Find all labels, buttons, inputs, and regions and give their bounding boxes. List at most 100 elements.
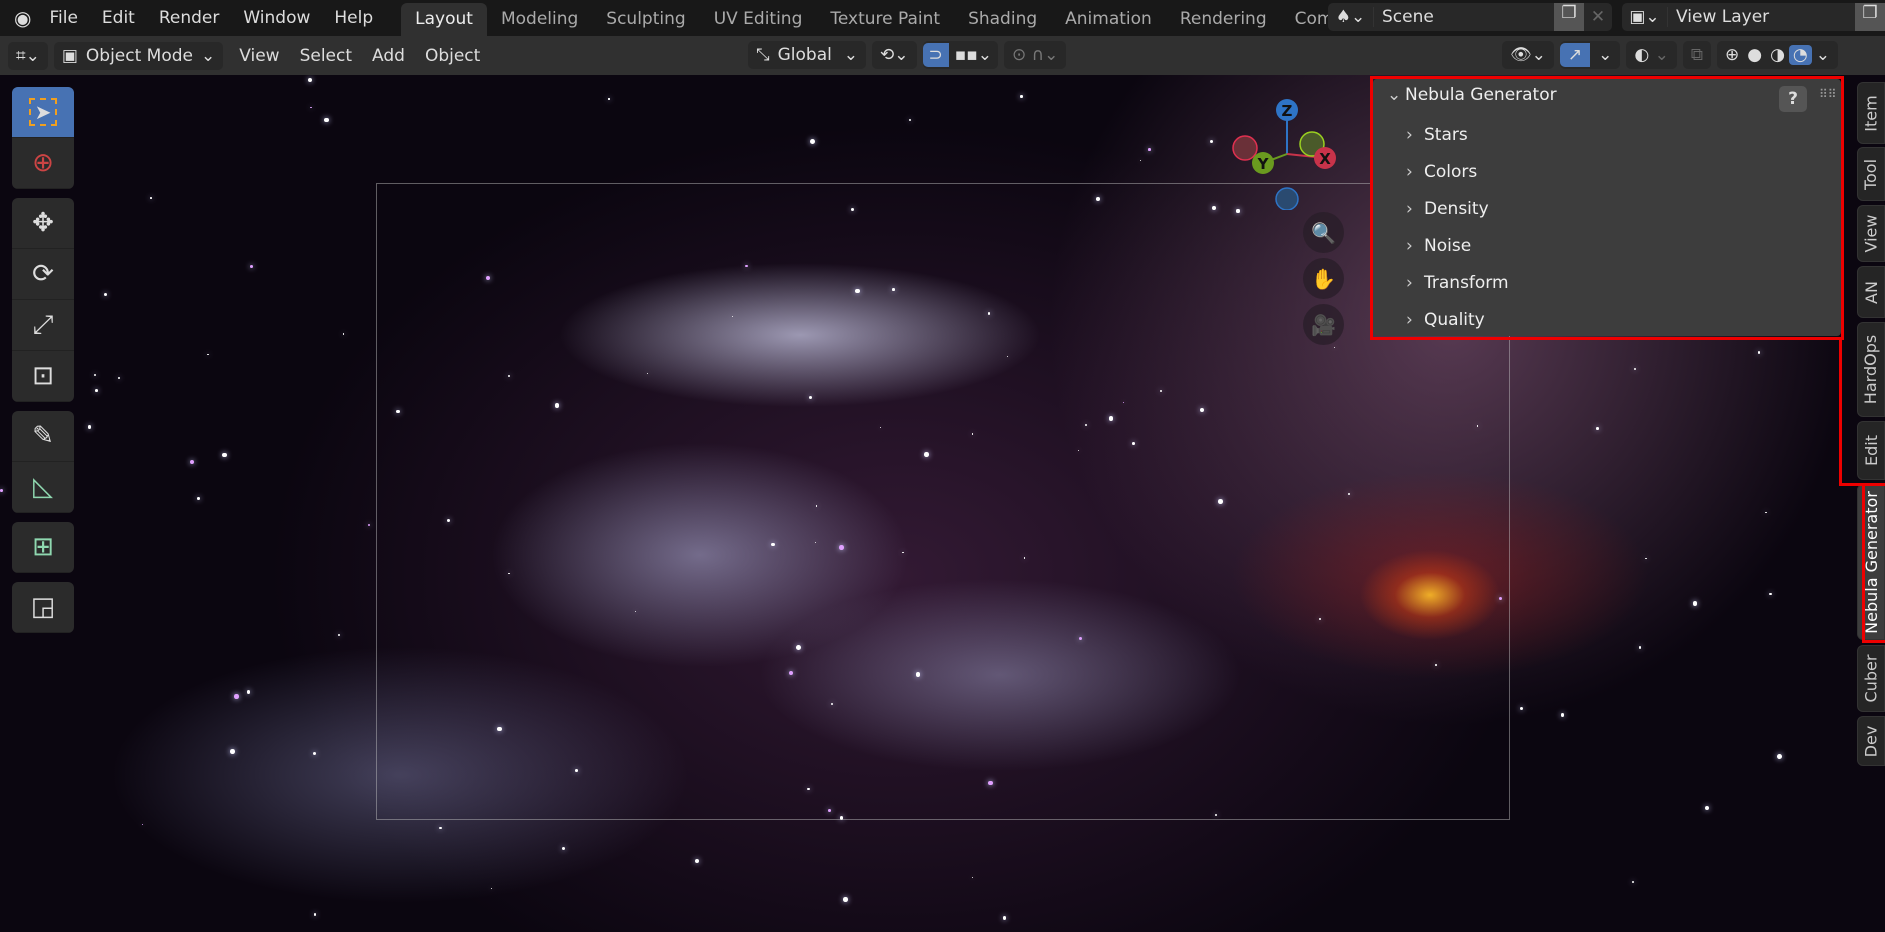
x-label: X — [1319, 150, 1331, 168]
star — [310, 106, 312, 109]
xray-toggle[interactable]: ⧉ — [1682, 41, 1711, 69]
add-cube-tool-icon[interactable]: ⊞ — [12, 522, 74, 573]
view-layer-selector[interactable]: ▣⌄ View Layer ❐ — [1622, 3, 1885, 31]
bevel-tool-icon[interactable]: ◲ — [12, 582, 74, 633]
view-layer-name[interactable]: View Layer — [1668, 7, 1855, 27]
tab-edit[interactable]: Edit — [1857, 421, 1885, 480]
star — [368, 523, 371, 526]
proportional-icon: ⊙ ∩⌄ — [1012, 45, 1059, 65]
star — [1765, 512, 1767, 514]
zoom-view-icon[interactable]: 🔍 — [1303, 212, 1344, 253]
tool-shelf: ➤ ⊕ ✥ ⟳ ⤢ ⊡ ✎ ◺ ⊞ ◲ — [12, 87, 74, 642]
move-tool-icon[interactable]: ✥ — [12, 198, 74, 249]
menu-view[interactable]: View — [229, 46, 289, 66]
remove-scene-icon[interactable]: ✕ — [1584, 7, 1612, 27]
editor-type-button[interactable]: ⌗⌄ — [8, 41, 48, 70]
star — [908, 119, 912, 122]
tab-layout[interactable]: Layout — [401, 3, 487, 37]
pan-view-hand-icon[interactable]: ✋ — [1303, 258, 1344, 299]
star — [222, 452, 228, 458]
visibility-dropdown[interactable]: 👁⌄ — [1502, 41, 1554, 69]
scene-icon: ♠⌄ — [1328, 7, 1374, 27]
menu-object[interactable]: Object — [415, 46, 490, 66]
scene-selector[interactable]: ♠⌄ Scene ❐ ✕ — [1328, 3, 1612, 31]
menu-file[interactable]: File — [37, 8, 89, 28]
rotate-tool-icon[interactable]: ⟳ — [12, 249, 74, 300]
gizmo-icon: ↗ — [1559, 43, 1591, 67]
star — [1560, 713, 1565, 717]
star — [1520, 706, 1524, 710]
star — [104, 293, 108, 297]
solid-shading-icon[interactable]: ● — [1743, 45, 1766, 65]
blender-logo-icon[interactable]: ◉ — [0, 6, 37, 30]
star — [312, 751, 317, 755]
orientation-dropdown[interactable]: ⤡ Global ⌄ — [748, 41, 866, 69]
tab-tool[interactable]: Tool — [1857, 147, 1885, 201]
tab-dev[interactable]: Dev — [1857, 716, 1885, 766]
material-shading-icon[interactable]: ◑ — [1766, 45, 1789, 65]
tab-modeling[interactable]: Modeling — [487, 3, 592, 37]
tab-label: HardOps — [1861, 334, 1881, 405]
chevron-down-icon[interactable]: ⌄ — [1812, 45, 1834, 65]
gizmo-toggle[interactable]: ↗ ⌄ — [1559, 41, 1621, 69]
overlays-icon: ◐ ⌄ — [1634, 45, 1669, 65]
pivot-dropdown[interactable]: ⟲⌄ — [872, 41, 917, 69]
menu-help[interactable]: Help — [322, 8, 385, 28]
overlays-toggle[interactable]: ◐ ⌄ — [1626, 41, 1677, 69]
tab-hardops[interactable]: HardOps — [1857, 322, 1885, 417]
new-scene-icon[interactable]: ❐ — [1554, 3, 1584, 31]
navigation-gizmo[interactable]: Z X Y — [1225, 90, 1345, 210]
mode-dropdown[interactable]: ▣ Object Mode ⌄ — [53, 41, 224, 70]
proportional-editing-toggle[interactable]: ⊙ ∩⌄ — [1004, 41, 1067, 69]
snap-icon: ⊃ — [922, 43, 949, 67]
star — [1140, 159, 1142, 161]
chevron-down-icon: ⌄ — [843, 45, 858, 65]
rendered-shading-icon[interactable]: ◔ — [1788, 45, 1812, 65]
star — [1634, 367, 1637, 370]
tab-sculpting[interactable]: Sculpting — [592, 3, 699, 37]
tab-texture-paint[interactable]: Texture Paint — [816, 3, 954, 37]
star — [250, 265, 254, 269]
menu-add[interactable]: Add — [362, 46, 415, 66]
shading-modes[interactable]: ⊕ ● ◑ ◔ ⌄ — [1716, 41, 1838, 69]
menu-select[interactable]: Select — [290, 46, 362, 66]
star — [246, 690, 250, 694]
star — [1002, 916, 1007, 920]
tab-rendering[interactable]: Rendering — [1166, 3, 1281, 37]
measure-tool-icon[interactable]: ◺ — [12, 462, 74, 513]
star — [843, 897, 849, 902]
tab-cuber[interactable]: Cuber — [1857, 645, 1885, 712]
pivot-icon: ⟲⌄ — [880, 45, 909, 65]
tab-animation[interactable]: Animation — [1051, 3, 1166, 37]
star — [95, 388, 99, 392]
tab-item[interactable]: Item — [1857, 82, 1885, 144]
tab-label: Item — [1861, 94, 1881, 132]
wireframe-shading-icon[interactable]: ⊕ — [1721, 45, 1743, 65]
cursor-tool-icon[interactable]: ⊕ — [12, 138, 74, 189]
star — [1757, 351, 1761, 354]
scene-name[interactable]: Scene — [1374, 7, 1554, 27]
scale-tool-icon[interactable]: ⤢ — [12, 300, 74, 351]
tab-an[interactable]: AN — [1857, 266, 1885, 318]
tab-view[interactable]: View — [1857, 205, 1885, 262]
select-box-tool-icon[interactable]: ➤ — [12, 87, 74, 138]
star — [1631, 880, 1635, 884]
star — [1777, 753, 1783, 759]
camera-view-icon[interactable]: 🎥 — [1303, 304, 1344, 345]
object-mode-icon: ▣ — [61, 45, 78, 66]
menu-window[interactable]: Window — [231, 8, 322, 28]
star — [810, 139, 815, 145]
menu-edit[interactable]: Edit — [90, 8, 147, 28]
menu-render[interactable]: Render — [147, 8, 232, 28]
star — [1638, 646, 1642, 649]
tab-shading[interactable]: Shading — [954, 3, 1051, 37]
transform-tool-icon[interactable]: ⊡ — [12, 351, 74, 402]
annotate-tool-icon[interactable]: ✎ — [12, 411, 74, 462]
tab-label: View — [1861, 214, 1881, 253]
snap-toggle[interactable]: ⊃ ▪▪⌄ — [922, 41, 999, 69]
tab-uv-editing[interactable]: UV Editing — [700, 3, 817, 37]
star — [1209, 140, 1213, 144]
star — [338, 633, 341, 636]
star — [342, 333, 344, 335]
new-view-layer-icon[interactable]: ❐ — [1855, 3, 1885, 31]
